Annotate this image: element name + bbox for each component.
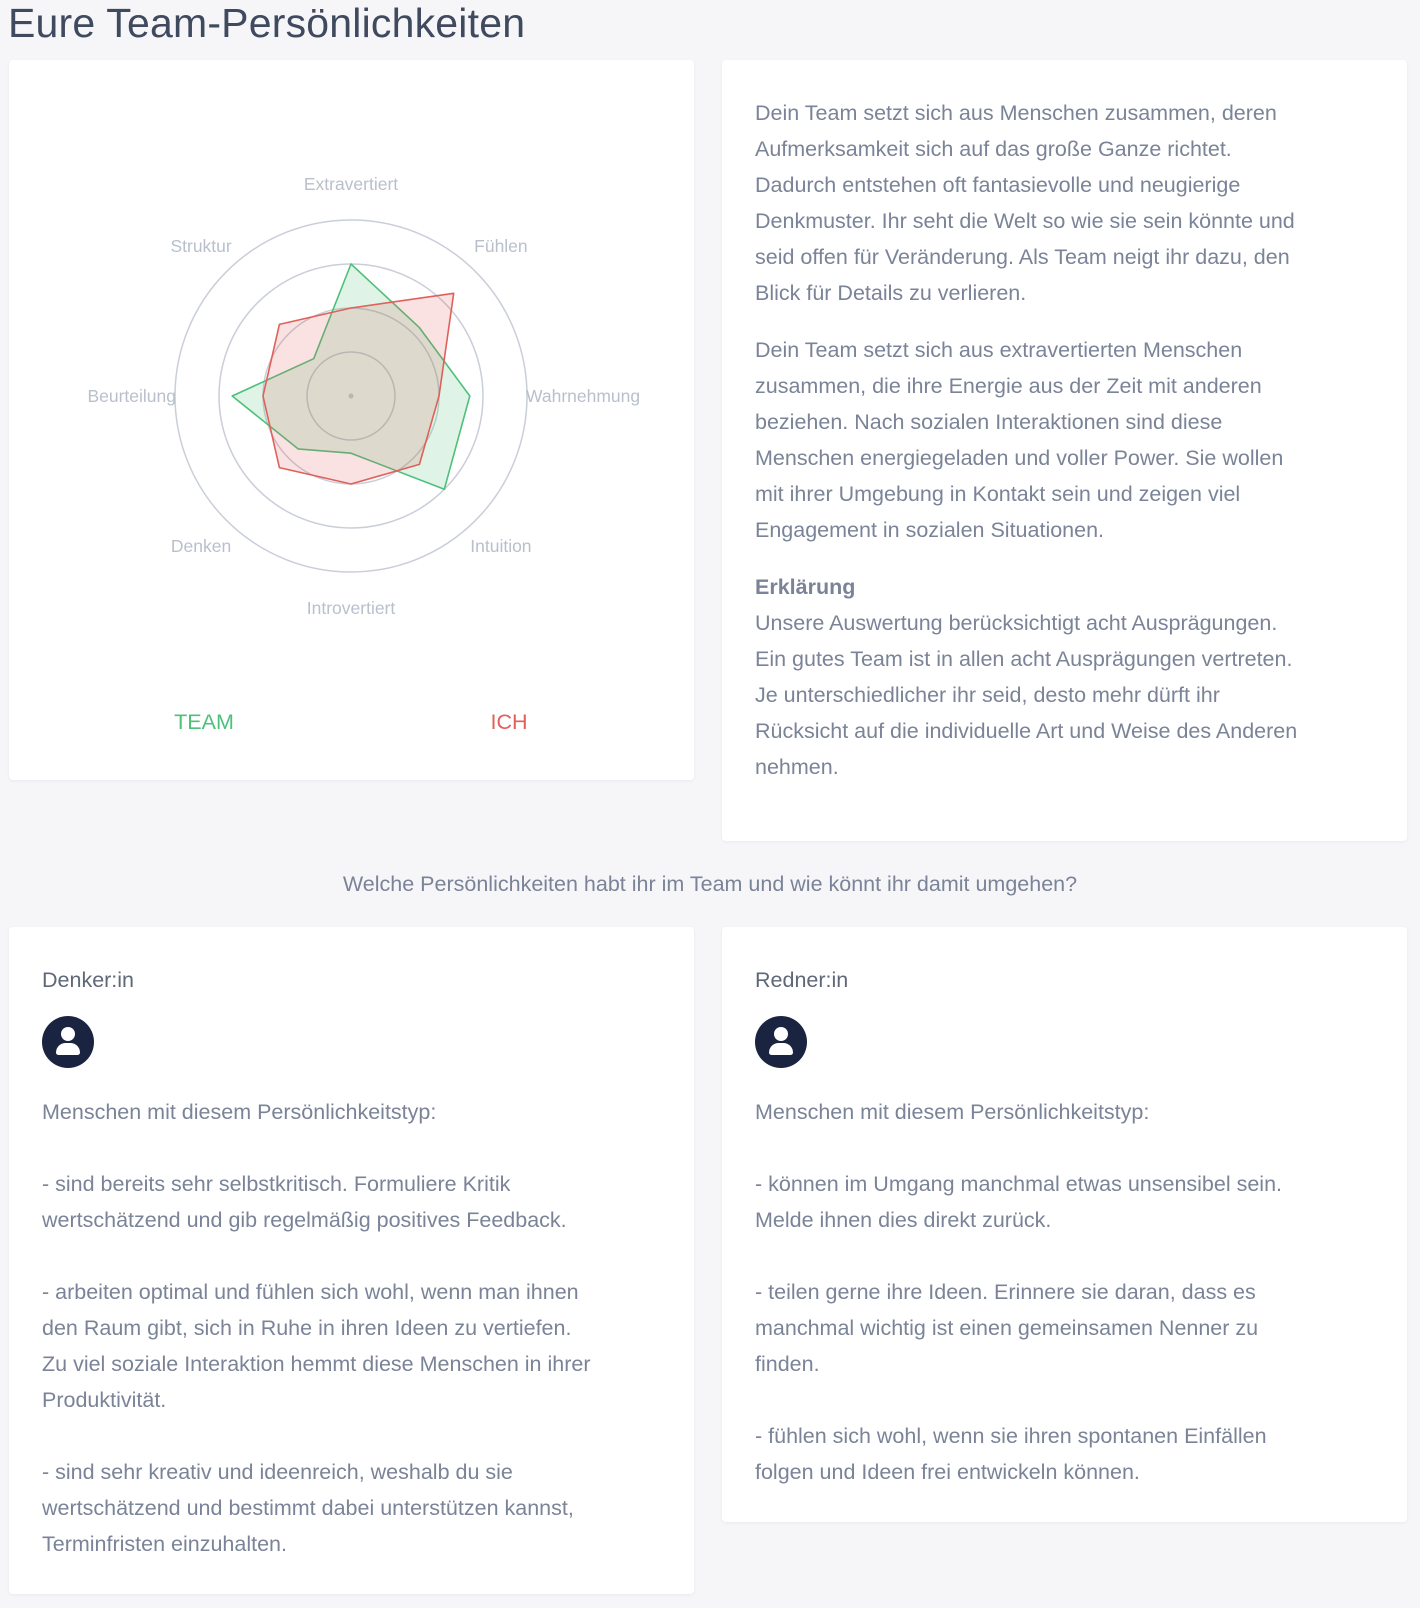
axis-label: Beurteilung: [87, 386, 176, 406]
legend-team[interactable]: TEAM: [144, 710, 264, 735]
team-summary-card: Dein Team setzt sich aus Menschen zusamm…: [722, 60, 1407, 841]
type-title-denker: Denker:in: [42, 968, 135, 992]
explanation-text: Unsere Auswertung berücksichtigt acht Au…: [755, 611, 1298, 779]
user-icon: [42, 1016, 94, 1068]
explanation-heading: Erklärung: [755, 575, 856, 599]
personality-chart-card: Extravertiert Fühlen Wahrnehmung Intuition I…: [9, 60, 694, 780]
axis-label: Wahrnehmung: [526, 386, 640, 406]
type-text-denker: Menschen mit diesem Persönlichkeitstyp: …: [42, 1100, 591, 1556]
type-title-redner: Redner:in: [755, 968, 849, 992]
type-card-denker: Denker:in Menschen mit diesem Persönlich…: [9, 927, 694, 1594]
axis-label: Introvertiert: [307, 598, 396, 618]
section-question: Welche Persönlichkeiten habt ihr im Team…: [342, 872, 1078, 896]
axis-label: Struktur: [170, 236, 231, 256]
axis-label: Fühlen: [474, 236, 528, 256]
page-title: Eure Team-Persönlichkeiten: [8, 0, 526, 46]
type-card-redner: Redner:in Menschen mit diesem Persönlich…: [722, 927, 1407, 1522]
legend-ich[interactable]: ICH: [449, 710, 569, 735]
type-text-redner: Menschen mit diesem Persönlichkeitstyp: …: [755, 1100, 1283, 1484]
axis-label: Intuition: [470, 536, 531, 556]
user-icon: [755, 1016, 807, 1068]
axis-label: Extravertiert: [304, 174, 398, 194]
summary-paragraph-extraversion: Dein Team setzt sich aus extravertierten…: [755, 338, 1284, 542]
axis-label: Denken: [171, 536, 231, 556]
radar-chart: Extravertiert Fühlen Wahrnehmung Intuition I…: [87, 174, 640, 618]
summary-paragraph-focus: Dein Team setzt sich aus Menschen zusamm…: [755, 101, 1295, 305]
